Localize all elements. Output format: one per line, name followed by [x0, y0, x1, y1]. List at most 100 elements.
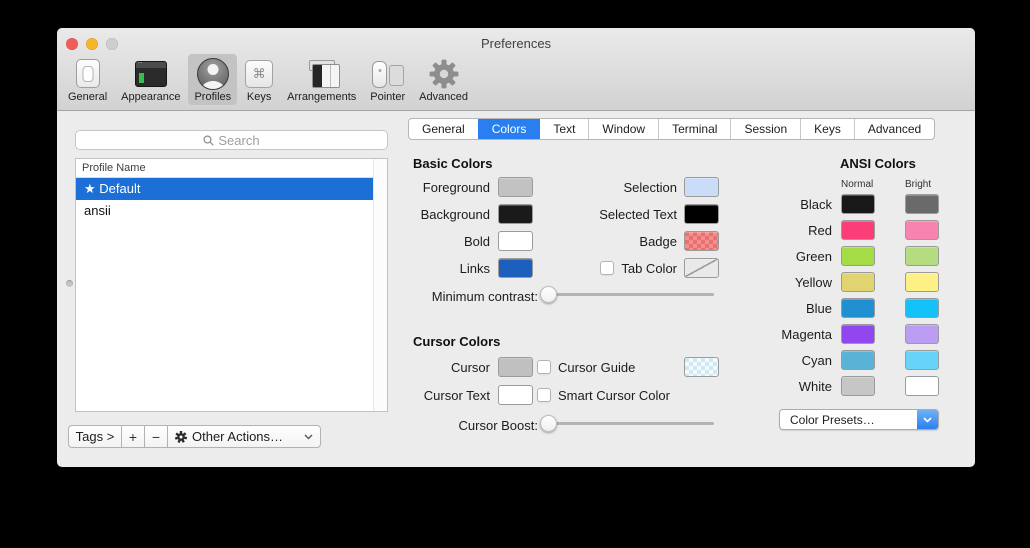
ansi-normal-column-header: Normal — [841, 179, 873, 190]
toolbar-item-appearance[interactable]: × Appearance — [115, 54, 186, 105]
ansi-green-normal-well[interactable] — [841, 246, 875, 266]
toolbar-item-arrangements[interactable]: Arrangements — [281, 54, 362, 105]
cursor-text-label: Cursor Text — [367, 385, 490, 405]
slider-track[interactable] — [541, 293, 714, 296]
selection-label: Selection — [457, 177, 677, 197]
ansi-magenta-bright-well[interactable] — [905, 324, 939, 344]
basic-colors-heading: Basic Colors — [413, 156, 492, 171]
cursor-guide-label: Cursor Guide — [558, 360, 635, 375]
tab-colors[interactable]: Colors — [479, 119, 541, 139]
tab-color-row: Tab Color — [457, 258, 677, 278]
tab-keys[interactable]: Keys — [801, 119, 855, 139]
toolbar-label: Arrangements — [287, 91, 356, 103]
profile-list-header: Profile Name — [76, 159, 387, 178]
gear-icon — [429, 59, 459, 89]
ansi-cyan-normal-well[interactable] — [841, 350, 875, 370]
smart-cursor-row: Smart Cursor Color — [537, 385, 737, 405]
chevron-down-icon — [304, 434, 313, 440]
tab-session[interactable]: Session — [731, 119, 801, 139]
dropdown-arrow-button[interactable] — [917, 410, 938, 429]
cursor-guide-row: Cursor Guide — [537, 357, 682, 377]
toolbar: General × Appearance Profiles ⌘ Keys — [62, 54, 474, 105]
ansi-black-bright-well[interactable] — [905, 194, 939, 214]
cursor-text-color-well[interactable] — [498, 385, 533, 405]
arrangements-icon — [304, 60, 340, 87]
cursor-boost-slider[interactable] — [541, 415, 714, 431]
ansi-white-normal-well[interactable] — [841, 376, 875, 396]
toolbar-item-profiles[interactable]: Profiles — [188, 54, 237, 105]
window-chrome: Preferences General × Appearance Profile… — [57, 28, 975, 111]
tab-text[interactable]: Text — [540, 119, 589, 139]
smart-cursor-label: Smart Cursor Color — [558, 388, 670, 403]
ansi-cyan-bright-well[interactable] — [905, 350, 939, 370]
color-presets-label: Color Presets… — [780, 413, 917, 427]
other-actions-dropdown[interactable]: Other Actions… — [167, 425, 321, 448]
window-title: Preferences — [57, 36, 975, 51]
other-actions-label: Other Actions… — [192, 429, 283, 444]
tab-general[interactable]: General — [409, 119, 479, 139]
tab-terminal[interactable]: Terminal — [659, 119, 731, 139]
ansi-red-normal-well[interactable] — [841, 220, 875, 240]
ansi-white-bright-well[interactable] — [905, 376, 939, 396]
toolbar-item-general[interactable]: General — [62, 54, 113, 105]
toolbar-item-advanced[interactable]: Advanced — [413, 54, 474, 105]
chevron-down-icon — [923, 417, 932, 423]
ansi-yellow-label: Yellow — [712, 272, 832, 292]
mouse-icon — [371, 60, 404, 88]
toolbar-item-pointer[interactable]: Pointer — [364, 54, 411, 105]
ansi-green-label: Green — [712, 246, 832, 266]
screen-background: Preferences General × Appearance Profile… — [0, 0, 1030, 548]
tab-window[interactable]: Window — [589, 119, 659, 139]
tags-button[interactable]: Tags > — [68, 425, 122, 448]
ansi-yellow-bright-well[interactable] — [905, 272, 939, 292]
minimum-contrast-label: Minimum contrast: — [357, 286, 538, 306]
ansi-black-label: Black — [712, 194, 832, 214]
cursor-guide-checkbox[interactable] — [537, 360, 551, 374]
color-presets-dropdown[interactable]: Color Presets… — [779, 409, 939, 430]
ansi-blue-bright-well[interactable] — [905, 298, 939, 318]
ansi-yellow-normal-well[interactable] — [841, 272, 875, 292]
profile-list-footer: Tags > + − Other Actions… — [68, 425, 321, 448]
selected-text-label: Selected Text — [457, 204, 677, 224]
command-key-icon: ⌘ — [245, 60, 273, 88]
badge-label: Badge — [457, 231, 677, 251]
search-icon — [203, 135, 214, 146]
ansi-bright-column-header: Bright — [905, 179, 931, 190]
ansi-red-bright-well[interactable] — [905, 220, 939, 240]
tab-color-checkbox[interactable] — [600, 261, 614, 275]
minimum-contrast-slider[interactable] — [541, 286, 714, 302]
ansi-white-label: White — [712, 376, 832, 396]
smart-cursor-checkbox[interactable] — [537, 388, 551, 402]
toolbar-label: General — [68, 91, 107, 103]
toolbar-label: Pointer — [370, 91, 405, 103]
profile-row-default[interactable]: ★ Default — [76, 178, 373, 200]
ansi-black-normal-well[interactable] — [841, 194, 875, 214]
slider-track[interactable] — [541, 422, 714, 425]
profile-list: Profile Name ★ Default ansii — [75, 158, 388, 412]
action-gear-icon — [175, 431, 187, 443]
appearance-icon: × — [135, 61, 167, 87]
toolbar-item-keys[interactable]: ⌘ Keys — [239, 54, 279, 105]
toolbar-label: Keys — [247, 91, 271, 103]
slider-knob[interactable] — [540, 286, 557, 303]
tab-color-label: Tab Color — [621, 261, 677, 276]
ansi-green-bright-well[interactable] — [905, 246, 939, 266]
ansi-magenta-normal-well[interactable] — [841, 324, 875, 344]
tab-advanced[interactable]: Advanced — [855, 119, 934, 139]
search-placeholder: Search — [218, 133, 259, 148]
preferences-window: Preferences General × Appearance Profile… — [57, 28, 975, 467]
add-profile-button[interactable]: + — [121, 425, 145, 448]
cursor-label: Cursor — [367, 357, 490, 377]
ansi-blue-normal-well[interactable] — [841, 298, 875, 318]
profile-row-ansii[interactable]: ansii — [76, 200, 373, 222]
general-icon — [76, 59, 100, 88]
remove-profile-button[interactable]: − — [144, 425, 168, 448]
slider-knob[interactable] — [540, 415, 557, 432]
sidebar-drag-handle[interactable] — [66, 280, 73, 287]
search-input[interactable]: Search — [75, 130, 388, 150]
cursor-color-well[interactable] — [498, 357, 533, 377]
cursor-colors-heading: Cursor Colors — [413, 334, 500, 349]
toolbar-label: Advanced — [419, 91, 468, 103]
settings-tab-bar: General Colors Text Window Terminal Sess… — [408, 118, 935, 140]
profiles-icon — [197, 58, 229, 90]
